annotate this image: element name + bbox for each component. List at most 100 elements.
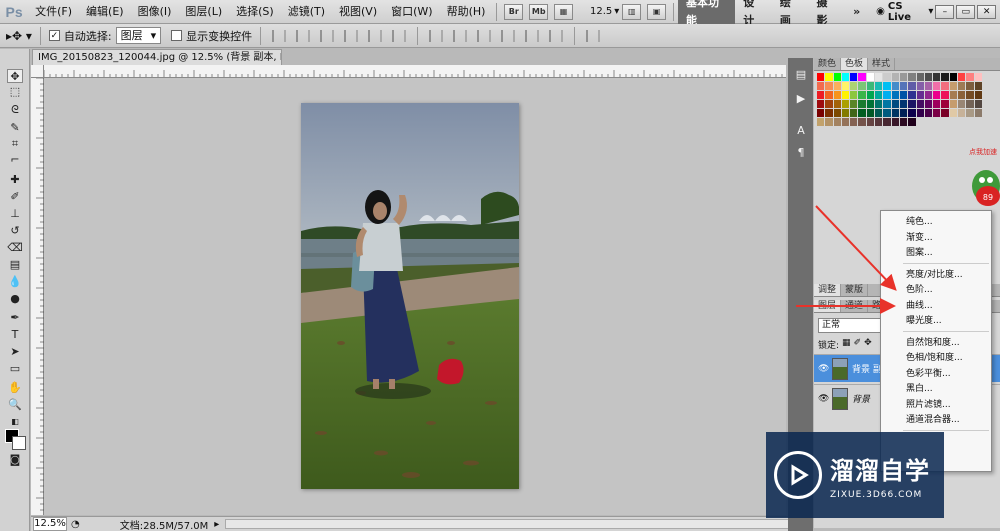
color-swatch[interactable] <box>899 109 908 117</box>
color-swatch[interactable] <box>958 82 966 90</box>
color-swatch[interactable] <box>941 100 949 108</box>
more-workspaces-button[interactable]: » <box>845 3 868 21</box>
align-hcenter-icon[interactable] <box>368 29 383 42</box>
brush-tool-icon[interactable]: ✐ <box>7 190 23 204</box>
color-swatch[interactable] <box>866 118 875 126</box>
hand-tool-icon[interactable]: ✋ <box>7 381 23 395</box>
align-bottom-icon[interactable] <box>320 29 335 42</box>
status-menu-arrow-icon[interactable]: ▸ <box>214 519 219 530</box>
move-tool-icon[interactable]: ✥ <box>7 69 23 83</box>
color-swatch[interactable] <box>875 82 883 90</box>
color-swatch[interactable] <box>833 100 841 108</box>
blend-mode-select[interactable]: 正常 <box>818 318 882 333</box>
color-swatch[interactable] <box>883 118 891 126</box>
eye-icon[interactable]: 👁 <box>818 394 829 404</box>
bridge-button[interactable]: Br <box>504 3 524 20</box>
distribute-top-icon[interactable] <box>429 29 444 42</box>
menu-item-adjustment[interactable]: 黑白... <box>881 382 991 396</box>
color-swatch[interactable] <box>966 91 974 99</box>
color-swatch[interactable] <box>908 91 916 99</box>
distribute-left-icon[interactable] <box>501 29 516 42</box>
color-swatch[interactable] <box>858 73 866 81</box>
color-swatch[interactable] <box>974 91 982 99</box>
color-swatch[interactable] <box>924 91 933 99</box>
crop-tool-icon[interactable]: ⌗ <box>7 137 23 151</box>
screen-mode-button[interactable]: ▣ <box>647 3 667 20</box>
menu-view[interactable]: 视图(V) <box>332 0 384 24</box>
menu-item-adjustment[interactable]: 色彩平衡... <box>881 367 991 381</box>
color-swatch[interactable] <box>941 91 949 99</box>
menu-item-adjustment[interactable]: 照片滤镜... <box>881 398 991 412</box>
document-canvas[interactable] <box>44 78 786 515</box>
color-swatch[interactable] <box>924 109 933 117</box>
color-swatch[interactable] <box>817 109 825 117</box>
color-swatch[interactable] <box>841 118 850 126</box>
tab-channels[interactable]: 通道 <box>841 300 869 312</box>
color-swatch[interactable] <box>875 100 883 108</box>
color-swatch[interactable] <box>916 100 924 108</box>
tab-masks[interactable]: 蒙版 <box>841 284 869 296</box>
color-swatch[interactable] <box>883 73 891 81</box>
color-swatch[interactable] <box>941 82 949 90</box>
menu-edit[interactable]: 编辑(E) <box>79 0 131 24</box>
color-swatch[interactable] <box>949 109 958 117</box>
color-swatch[interactable] <box>833 82 841 90</box>
color-swatch[interactable] <box>817 82 825 90</box>
color-swatch[interactable] <box>833 118 841 126</box>
tab-swatches[interactable]: 色板 <box>841 58 869 70</box>
default-colors-icon[interactable]: ◧ <box>7 415 23 429</box>
color-swatch[interactable] <box>817 91 825 99</box>
color-swatch[interactable] <box>825 100 833 108</box>
restore-button[interactable]: ▭ <box>956 4 976 19</box>
menu-item-adjustment[interactable]: 自然饱和度... <box>881 336 991 350</box>
status-info-icon[interactable]: ◔ <box>71 519 80 530</box>
color-swatch[interactable] <box>933 91 941 99</box>
color-swatch[interactable] <box>966 73 974 81</box>
color-swatch[interactable] <box>833 73 841 81</box>
menu-layer[interactable]: 图层(L) <box>178 0 229 24</box>
color-swatch[interactable] <box>850 118 858 126</box>
menu-item-adjustment[interactable]: 亮度/对比度... <box>881 268 991 282</box>
color-swatch[interactable] <box>924 82 933 90</box>
pen-tool-icon[interactable]: ✒ <box>7 311 23 325</box>
color-swatch[interactable] <box>841 109 850 117</box>
color-swatch[interactable] <box>908 118 916 126</box>
color-swatch[interactable] <box>908 109 916 117</box>
dodge-tool-icon[interactable]: ● <box>7 292 23 306</box>
cs-live-button[interactable]: ◉ CS Live ▾ <box>876 1 933 23</box>
align-right-icon[interactable] <box>392 29 407 42</box>
auto-align-icon[interactable] <box>586 29 601 42</box>
align-vcenter-icon[interactable] <box>296 29 311 42</box>
color-swatch[interactable] <box>891 91 899 99</box>
horizontal-scrollbar[interactable] <box>225 519 791 529</box>
lock-position-icon[interactable]: ✥ <box>864 338 872 351</box>
tab-color[interactable]: 颜色 <box>814 58 842 70</box>
color-swatch[interactable] <box>825 73 833 81</box>
zoom-level-select[interactable]: 12.5 ▾ <box>590 6 619 17</box>
color-swatch[interactable] <box>866 91 875 99</box>
color-swatch[interactable] <box>858 82 866 90</box>
color-swatch[interactable] <box>825 109 833 117</box>
color-swatch[interactable] <box>949 82 958 90</box>
menu-window[interactable]: 窗口(W) <box>384 0 439 24</box>
color-swatch[interactable] <box>908 73 916 81</box>
color-swatch[interactable] <box>858 118 866 126</box>
paragraph-panel-icon[interactable]: ¶ <box>793 146 809 160</box>
distribute-right-icon[interactable] <box>549 29 564 42</box>
lock-pixels-icon[interactable]: ✐ <box>854 338 862 351</box>
menu-item-adjustment[interactable]: 色相/饱和度... <box>881 351 991 365</box>
color-swatch[interactable] <box>866 82 875 90</box>
color-swatch[interactable] <box>916 109 924 117</box>
color-swatch[interactable] <box>875 109 883 117</box>
healing-brush-tool-icon[interactable]: ✚ <box>7 173 23 187</box>
color-swatch[interactable] <box>949 73 958 81</box>
color-swatch[interactable] <box>825 82 833 90</box>
color-swatch[interactable] <box>974 100 982 108</box>
color-swatch[interactable] <box>866 73 875 81</box>
color-swatch[interactable] <box>858 100 866 108</box>
color-swatch[interactable] <box>891 100 899 108</box>
mini-bridge-button[interactable]: Mb <box>529 3 549 20</box>
color-swatch[interactable] <box>908 100 916 108</box>
color-swatch[interactable] <box>875 73 883 81</box>
color-swatch[interactable] <box>933 82 941 90</box>
